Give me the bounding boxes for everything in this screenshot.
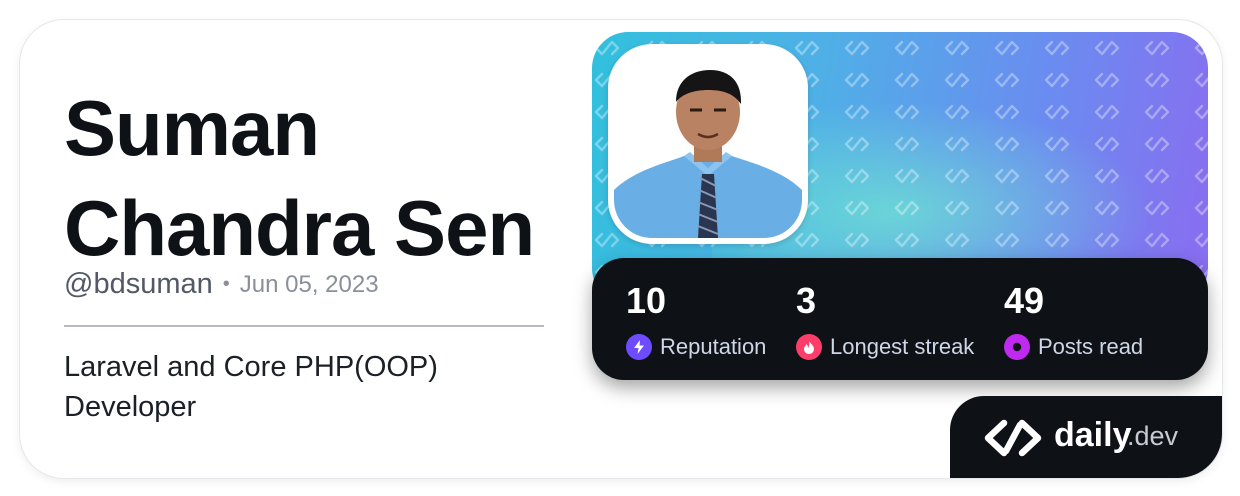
stat-reputation-label-row: Reputation bbox=[626, 334, 766, 360]
reputation-icon bbox=[626, 334, 652, 360]
stats-panel: 10 Reputation 3 Longest streak 49 Posts … bbox=[592, 258, 1208, 380]
stat-posts-read-label: Posts read bbox=[1038, 334, 1144, 359]
brand-badge[interactable]: daily .dev bbox=[950, 396, 1222, 478]
stat-reputation: 10 Reputation bbox=[626, 280, 766, 360]
brand-suffix: .dev bbox=[1127, 421, 1179, 451]
stat-posts-read: 49 Posts read bbox=[1004, 280, 1143, 360]
profile-handle[interactable]: @bdsuman bbox=[64, 268, 213, 301]
profile-name-rest: Chandra Sen bbox=[64, 184, 535, 272]
divider bbox=[64, 325, 544, 327]
stat-posts-read-value: 49 bbox=[1004, 280, 1045, 321]
stat-streak-value: 3 bbox=[796, 280, 817, 321]
avatar-photo bbox=[614, 50, 802, 238]
profile-avatar[interactable] bbox=[608, 44, 808, 244]
brand-name: daily bbox=[1054, 416, 1132, 454]
stat-posts-read-label-row: Posts read bbox=[1004, 334, 1143, 360]
join-date: Jun 05, 2023 bbox=[239, 270, 379, 298]
profile-name-first: Suman bbox=[64, 84, 320, 172]
stat-streak-label-row: Longest streak bbox=[796, 334, 974, 360]
meta-separator: • bbox=[222, 273, 230, 295]
stat-reputation-value: 10 bbox=[626, 280, 667, 321]
profile-bio: Laravel and Core PHP(OOP) Developer bbox=[64, 351, 438, 423]
daily-dev-logo-icon bbox=[984, 419, 1042, 457]
stat-reputation-label: Reputation bbox=[660, 334, 767, 359]
posts-read-icon bbox=[1004, 334, 1030, 360]
avatar-photo-image bbox=[614, 50, 802, 238]
devcard: Suman Chandra Sen @bdsuman • Jun 05, 202… bbox=[20, 20, 1222, 478]
streak-flame-icon bbox=[796, 334, 822, 360]
profile-name: Suman Chandra Sen bbox=[64, 78, 584, 278]
stat-streak: 3 Longest streak bbox=[796, 280, 974, 360]
stat-streak-label: Longest streak bbox=[830, 334, 975, 359]
profile-meta: @bdsuman • Jun 05, 2023 bbox=[64, 268, 379, 301]
